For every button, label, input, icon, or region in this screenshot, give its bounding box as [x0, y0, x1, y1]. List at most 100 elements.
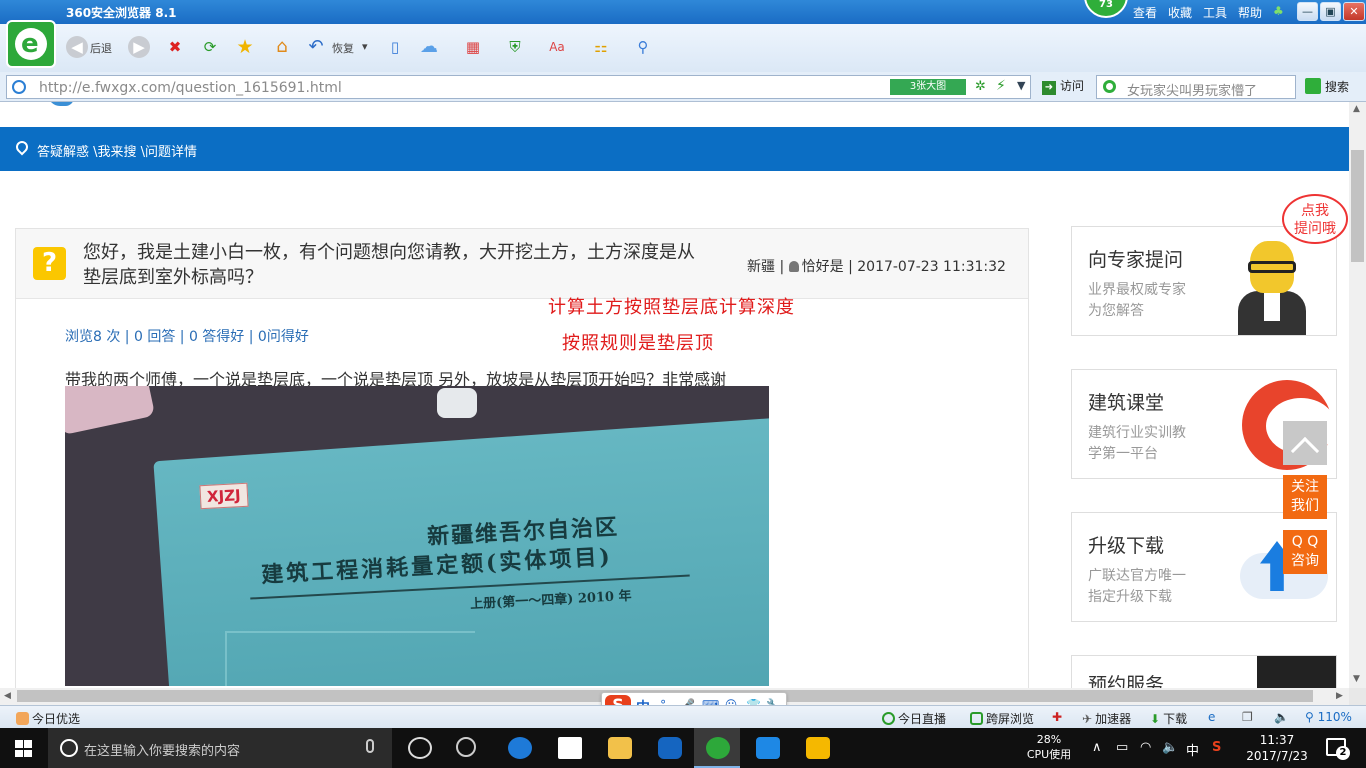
back-to-top-button[interactable] — [1283, 421, 1327, 466]
sogou-tray-icon[interactable]: S — [1212, 740, 1221, 755]
cpu-usage[interactable]: 28% CPU使用 — [1022, 732, 1076, 762]
breadcrumb[interactable]: 答疑解惑 \我来搜 \问题详情 — [37, 141, 197, 160]
zoom-value: 110% — [1317, 710, 1352, 724]
health-icon[interactable]: ✚ — [1052, 710, 1062, 724]
ask-expert-card[interactable]: 向专家提问 业界最权威专家 为您解答 — [1071, 226, 1337, 336]
restore-button[interactable]: ▣ — [1320, 2, 1341, 21]
explorer-app[interactable] — [596, 728, 642, 768]
apps-icon[interactable]: ▦ — [462, 36, 484, 58]
refresh-icon[interactable]: ⟳ — [199, 36, 221, 58]
clock[interactable]: 11:37 2017/7/23 — [1242, 732, 1312, 764]
url-text[interactable]: http://e.fwxgx.com/question_1615691.html — [39, 80, 342, 96]
battery-icon[interactable]: ▭ — [1116, 740, 1128, 755]
ie-icon[interactable]: e — [1208, 710, 1215, 724]
browser-logo-icon[interactable]: e — [6, 20, 56, 68]
minimize-button[interactable]: — — [1297, 2, 1318, 21]
menu-view[interactable]: 查看 — [1133, 4, 1157, 21]
today-picks[interactable]: 今日优选 — [16, 710, 80, 727]
zoom-level[interactable]: ⚲ 110% — [1305, 710, 1352, 724]
toolbar: e ◀ 后退 ▶ ✖ ⟳ ★ ⌂ ↶ 恢复 ▾ ▯ ☁ ▦ ⛨ Aa ⚏ ⚲ — [0, 20, 1366, 72]
restore-dropdown-icon[interactable]: ▾ — [362, 40, 368, 53]
downloads[interactable]: ⬇ 下载 — [1150, 710, 1187, 727]
site-logo[interactable] — [40, 102, 80, 112]
close-button[interactable]: ✕ — [1343, 2, 1365, 21]
spiral-app-icon — [456, 737, 476, 757]
upgrade-line2: 指定升级下载 — [1088, 589, 1172, 605]
search-button-label: 搜索 — [1325, 80, 1350, 94]
vertical-scrollbar[interactable]: ▲ ▼ — [1349, 102, 1366, 688]
search-placeholder: 女玩家尖叫男玩家懵了 — [1127, 84, 1258, 99]
browser-360-app[interactable] — [694, 728, 740, 768]
accelerator[interactable]: ✈ 加速器 — [1082, 710, 1131, 727]
search-button[interactable]: 搜索 — [1305, 78, 1349, 95]
search-input[interactable]: 女玩家尖叫男玩家懵了 — [1096, 75, 1296, 99]
menu-favorites[interactable]: 收藏 — [1168, 4, 1192, 21]
scroll-right-icon[interactable]: ▶ — [1336, 691, 1343, 701]
cross-screen[interactable]: 跨屏浏览 — [970, 710, 1034, 727]
speaker-icon[interactable]: 🔈 — [1162, 740, 1178, 755]
taskbar-search[interactable]: 在这里输入你要搜索的内容 — [48, 728, 392, 768]
skin-icon[interactable]: ♣ — [1273, 4, 1284, 18]
notes-app[interactable] — [794, 728, 840, 768]
translate-icon[interactable]: Aa — [546, 36, 568, 58]
address-dropdown-icon[interactable]: ▼ — [1017, 79, 1025, 92]
menu-help[interactable]: 帮助 — [1238, 4, 1262, 21]
question-author[interactable]: 恰好是 — [802, 259, 844, 275]
ask-bubble-line2: 提问哦 — [1294, 221, 1336, 237]
booking-card[interactable]: 预约服务 — [1071, 655, 1337, 688]
glodon-app[interactable] — [646, 728, 692, 768]
scroll-up-icon[interactable]: ▲ — [1353, 104, 1360, 114]
play-icon — [882, 712, 895, 725]
back-icon[interactable]: ◀ — [66, 36, 88, 58]
shield-icon[interactable]: ⛨ — [504, 36, 526, 58]
stop-icon[interactable]: ✖ — [164, 36, 186, 58]
address-input[interactable]: http://e.fwxgx.com/question_1615691.html… — [6, 75, 1031, 99]
wifi-icon[interactable]: ◠ — [1140, 740, 1151, 755]
menu-tools[interactable]: 工具 — [1203, 4, 1227, 21]
store-icon — [558, 737, 582, 759]
restore-label[interactable]: 恢复 — [332, 40, 354, 56]
today-live[interactable]: 今日直播 — [882, 710, 946, 727]
taskview-app[interactable] — [396, 728, 442, 768]
microphone-icon[interactable] — [366, 739, 374, 753]
ask-expert-title: 向专家提问 — [1088, 249, 1184, 271]
qq-consult-button[interactable]: Q Q 咨询 — [1283, 530, 1327, 574]
today-picks-label: 今日优选 — [32, 712, 81, 726]
home-icon[interactable]: ⌂ — [271, 36, 293, 58]
action-center-icon[interactable]: 2 — [1326, 738, 1350, 760]
scroll-left-icon[interactable]: ◀ — [4, 691, 11, 701]
speed-icon[interactable]: ⚡ — [996, 78, 1006, 94]
ask-bubble[interactable]: 点我 提问哦 — [1282, 194, 1348, 244]
mobile-icon[interactable]: ▯ — [384, 36, 406, 58]
cpu-label: CPU使用 — [1026, 748, 1072, 761]
rocket-icon: ✈ — [1082, 712, 1093, 726]
start-button[interactable] — [0, 728, 48, 768]
restore-icon[interactable]: ↶ — [305, 36, 327, 58]
compat-icon[interactable]: ✲ — [975, 79, 986, 94]
chevron-up-icon[interactable]: ∧ — [1092, 740, 1102, 755]
follow-us-button[interactable]: 关注 我们 — [1283, 475, 1327, 519]
question-photo[interactable]: XJZJ 新疆维吾尔自治区 建筑工程消耗量定额(实体项目) 上册(第一～四章) … — [65, 386, 769, 686]
photo-note-line1: 计算土方按照垫层底计算深度 — [548, 297, 795, 318]
volume-icon[interactable]: 🔈 — [1274, 710, 1289, 724]
favorite-star-icon[interactable]: ★ — [234, 36, 256, 58]
search-engine-icon[interactable] — [1103, 80, 1116, 93]
back-label[interactable]: 后退 — [90, 40, 112, 56]
store-app[interactable] — [546, 728, 592, 768]
vertical-scroll-thumb[interactable] — [1351, 150, 1364, 262]
security-score-badge[interactable]: 73 — [1084, 0, 1128, 18]
spiral-app[interactable] — [444, 728, 490, 768]
phone-icon — [970, 712, 983, 725]
forward-icon[interactable]: ▶ — [128, 36, 150, 58]
windows-icon[interactable]: ❐ — [1242, 710, 1253, 724]
move-app[interactable] — [744, 728, 790, 768]
zoom-icon[interactable]: ⚲ — [632, 36, 654, 58]
input-language[interactable]: 中 — [1186, 740, 1199, 759]
cloud-icon[interactable]: ☁ — [418, 36, 440, 58]
screenshot-icon[interactable]: ⚏ — [590, 36, 612, 58]
edge-app[interactable] — [496, 728, 542, 768]
big-picture-button[interactable]: 3张大图 — [890, 79, 966, 95]
upgrade-line1: 广联达官方唯一 — [1088, 568, 1186, 584]
scroll-down-icon[interactable]: ▼ — [1353, 674, 1360, 684]
visit-button[interactable]: ➜ 访问 — [1042, 77, 1084, 95]
